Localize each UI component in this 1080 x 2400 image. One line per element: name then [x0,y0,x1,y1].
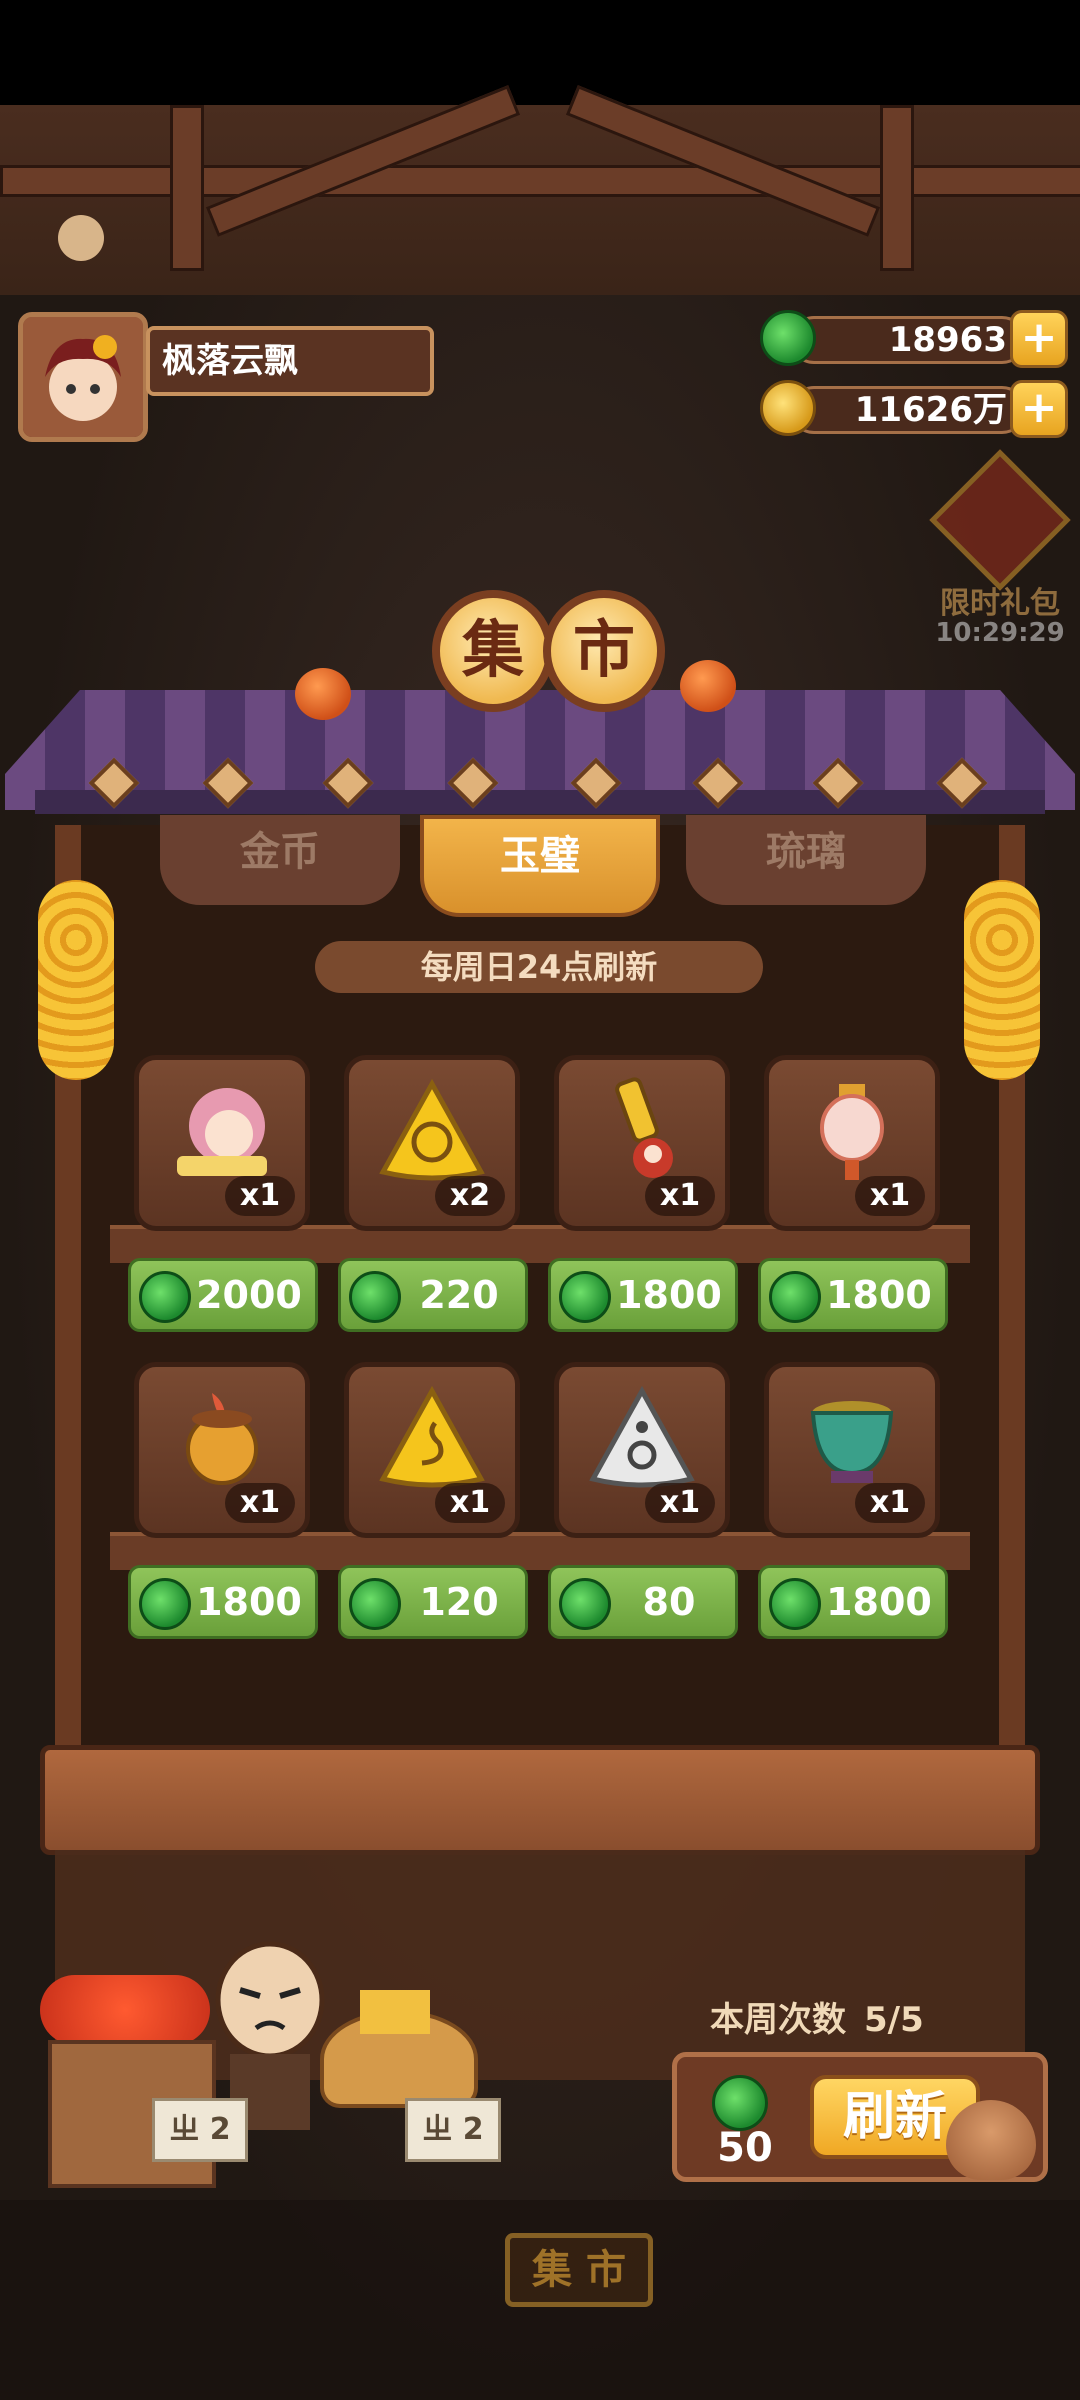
jade-coin-icon [139,1578,191,1630]
weekly-count-value: 5/5 [864,2000,924,2040]
shop-item-6[interactable]: x1 [344,1362,520,1538]
jade-coin-icon [769,1578,821,1630]
flower-pot-icon [167,1383,277,1497]
gift-badge-icon [929,449,1071,591]
jade-coin-icon [349,1271,401,1323]
shop-item-1[interactable]: x1 [134,1055,310,1231]
tab-jade[interactable]: 玉璧 [420,815,660,917]
weekly-count-label: 本周次数 [710,2000,846,2040]
price-value: 1800 [826,1273,932,1317]
girl-sleeping-icon [167,1076,277,1190]
jade-amount: 18963 [790,316,1026,364]
add-gold-button[interactable]: + [1010,380,1068,438]
stall-counter [40,1745,1040,1855]
jade-coin-icon [559,1271,611,1323]
item-quantity: x2 [435,1176,505,1216]
price-button-2[interactable]: 220 [338,1258,528,1332]
shop-item-5[interactable]: x1 [134,1362,310,1538]
item-quantity: x1 [645,1483,715,1523]
price-value: 1800 [826,1580,932,1624]
persimmon-icon [295,668,351,720]
bird-icon [58,215,104,261]
item-quantity: x1 [855,1483,925,1523]
item-quantity: x1 [225,1176,295,1216]
roof-edge [35,790,1045,814]
tab-glass[interactable]: 琉璃 [686,815,926,905]
price-button-7[interactable]: 80 [548,1565,738,1639]
price-value: 220 [419,1273,499,1317]
shop-item-7[interactable]: x1 [554,1362,730,1538]
tofu-icon [360,1990,430,2034]
jade-cauldron-icon [797,1383,907,1497]
refresh-schedule-note: 每周日24点刷新 [315,941,763,993]
limited-pack-button[interactable]: 限时礼包 10:29:29 [920,449,1080,660]
fruit-basket-icon [40,1975,210,2045]
limited-pack-label: 限时礼包 [940,586,1060,621]
price-button-3[interactable]: 1800 [548,1258,738,1332]
stall-sign-1: ㄓ 2 [152,2098,248,2162]
jade-currency: 18963 + [760,310,1068,368]
weekly-count: 本周次数 5/5 [710,1992,924,2041]
roof-beams [0,85,1080,303]
price-value: 1800 [616,1273,722,1317]
gold-triangle-swirl-icon [377,1383,487,1497]
jade-coin-icon [712,2075,768,2131]
avatar[interactable] [18,312,148,442]
price-value: 120 [419,1580,499,1624]
player-card[interactable]: 枫落云飘 [18,312,434,442]
price-button-8[interactable]: 1800 [758,1565,948,1639]
player-name: 枫落云飘 [146,326,434,396]
add-jade-button[interactable]: + [1010,310,1068,368]
corn-right-icon [964,880,1040,1080]
jade-coin-icon [139,1271,191,1323]
gold-triangle-talisman-icon [377,1076,487,1190]
jade-coin-icon [559,1578,611,1630]
price-button-6[interactable]: 120 [338,1565,528,1639]
price-button-5[interactable]: 1800 [128,1565,318,1639]
gold-currency: 11626万 + [760,380,1068,438]
item-quantity: x1 [645,1176,715,1216]
jade-coin-icon [349,1578,401,1630]
item-quantity: x1 [435,1483,505,1523]
gold-amount: 11626万 [790,386,1026,434]
status-bar [0,0,1080,105]
persimmon-icon [680,660,736,712]
item-quantity: x1 [855,1176,925,1216]
jade-coin-icon [769,1271,821,1323]
item-quantity: x1 [225,1483,295,1523]
stall-sign-2: ㄓ 2 [405,2098,501,2162]
limited-pack-timer: 10:29:29 [935,618,1065,648]
price-value: 1800 [196,1580,302,1624]
tab-gold[interactable]: 金币 [160,815,400,905]
copper-coin-icon [760,380,816,436]
shop-item-4[interactable]: x1 [764,1055,940,1231]
jade-coin-icon [760,310,816,366]
lantern-icon [797,1076,907,1190]
shop-item-3[interactable]: x1 [554,1055,730,1231]
player-portrait-icon [23,317,143,437]
shop-item-8[interactable]: x1 [764,1362,940,1538]
refresh-cost: 50 [717,2125,773,2171]
market-title-char-2: 市 [543,590,665,712]
shop-item-2[interactable]: x2 [344,1055,520,1231]
price-button-4[interactable]: 1800 [758,1258,948,1332]
market-title-char-1: 集 [432,590,554,712]
price-value: 2000 [196,1273,302,1317]
silver-triangle-icon [587,1383,697,1497]
market-sign: 集 市 [505,2233,653,2307]
price-value: 80 [642,1580,696,1624]
price-button-1[interactable]: 2000 [128,1258,318,1332]
cat-mascot-icon [946,2100,1036,2180]
corn-left-icon [38,880,114,1080]
golden-sword-doll-icon [587,1076,697,1190]
